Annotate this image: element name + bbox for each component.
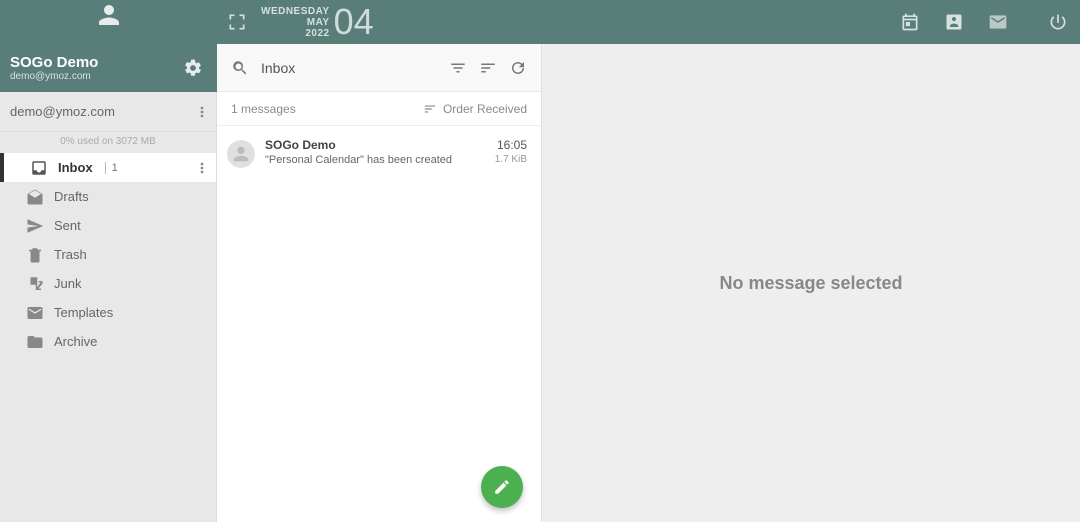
folder-label: Inbox	[58, 160, 93, 175]
contacts-icon[interactable]	[944, 12, 964, 32]
filter-icon[interactable]	[449, 59, 467, 77]
folder-label: Trash	[54, 247, 87, 262]
quota-text: 0% used on 3072 MB	[0, 132, 216, 153]
date-year: 2022	[261, 28, 330, 39]
drafts-icon	[26, 188, 44, 206]
main-content: SOGo Demo demo@ymoz.com demo@ymoz.com 0%…	[0, 44, 1080, 522]
sent-icon	[26, 217, 44, 235]
folder-junk[interactable]: Junk	[0, 269, 216, 298]
folder-trash[interactable]: Trash	[0, 240, 216, 269]
folder-templates[interactable]: Templates	[0, 298, 216, 327]
fullscreen-icon[interactable]	[227, 12, 247, 32]
list-toolbar: Inbox	[217, 44, 541, 92]
folder-count: 1	[105, 162, 118, 174]
pencil-icon	[493, 478, 511, 496]
trash-icon	[26, 246, 44, 264]
message-size: 1.7 KiB	[495, 154, 527, 165]
junk-icon	[26, 275, 44, 293]
more-vert-icon[interactable]	[194, 104, 210, 120]
templates-icon	[26, 304, 44, 322]
profile-block	[0, 0, 217, 44]
folder-label: Drafts	[54, 189, 89, 204]
date-block[interactable]: WEDNESDAY MAY 2022 04	[261, 4, 374, 40]
more-vert-icon[interactable]	[194, 160, 210, 176]
calendar-icon[interactable]	[900, 12, 920, 32]
folder-drafts[interactable]: Drafts	[0, 182, 216, 211]
refresh-icon[interactable]	[509, 59, 527, 77]
sidebar: SOGo Demo demo@ymoz.com demo@ymoz.com 0%…	[0, 44, 217, 522]
folder-label: Junk	[54, 276, 81, 291]
list-subbar: 1 messages Order Received	[217, 92, 541, 126]
folder-label: Sent	[54, 218, 81, 233]
folder-label: Templates	[54, 305, 113, 320]
top-bar-right	[900, 0, 1080, 44]
top-bar-center: WEDNESDAY MAY 2022 04	[217, 0, 900, 44]
search-input[interactable]: Inbox	[261, 60, 437, 76]
reading-pane: No message selected	[542, 44, 1080, 522]
top-bar: WEDNESDAY MAY 2022 04	[0, 0, 1080, 44]
message-sender: SOGo Demo	[265, 138, 485, 152]
inbox-icon	[30, 159, 48, 177]
sort-icon[interactable]	[479, 59, 497, 77]
profile-row: SOGo Demo demo@ymoz.com	[0, 44, 217, 92]
avatar-icon	[94, 0, 124, 30]
sort-small-icon	[423, 102, 437, 116]
messages-count: 1 messages	[231, 102, 423, 116]
gear-icon[interactable]	[183, 58, 203, 78]
message-row[interactable]: SOGo Demo "Personal Calendar" has been c…	[217, 126, 541, 178]
empty-message: No message selected	[719, 273, 902, 294]
message-time: 16:05	[495, 138, 527, 152]
message-list-pane: Inbox 1 messages Order Received SOG	[217, 44, 542, 522]
search-icon[interactable]	[231, 59, 249, 77]
avatar-icon	[227, 140, 255, 168]
profile-email: demo@ymoz.com	[10, 71, 183, 82]
mail-icon[interactable]	[988, 12, 1008, 32]
message-subject: "Personal Calendar" has been created	[265, 154, 485, 166]
account-label: demo@ymoz.com	[10, 104, 115, 119]
profile-name: SOGo Demo	[10, 54, 183, 71]
date-weekday: WEDNESDAY	[261, 6, 330, 17]
date-daynum: 04	[334, 4, 374, 40]
archive-icon	[26, 333, 44, 351]
account-row[interactable]: demo@ymoz.com	[0, 92, 216, 132]
compose-button[interactable]	[481, 466, 523, 508]
folder-sent[interactable]: Sent	[0, 211, 216, 240]
folder-inbox[interactable]: Inbox 1	[0, 153, 216, 182]
sort-label[interactable]: Order Received	[423, 102, 527, 116]
power-icon[interactable]	[1048, 12, 1068, 32]
folder-label: Archive	[54, 334, 97, 349]
date-month: MAY	[261, 17, 330, 28]
folder-archive[interactable]: Archive	[0, 327, 216, 356]
